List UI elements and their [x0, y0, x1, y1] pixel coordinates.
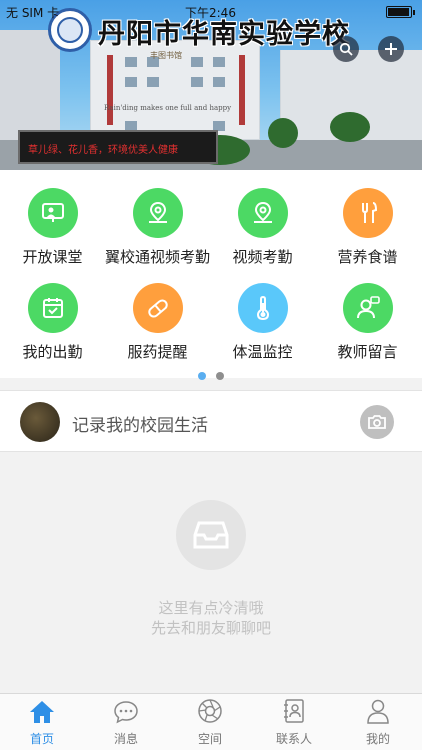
grid-item-label: 开放课堂 — [22, 248, 83, 266]
location-icon — [237, 188, 288, 238]
page-indicator[interactable] — [0, 365, 422, 384]
tab-label: 首页 — [29, 732, 54, 746]
utensils-icon — [342, 188, 393, 238]
tab-bar: 首页 消息 空间 联系人 我的 — [0, 693, 422, 750]
tab-label: 消息 — [113, 732, 138, 746]
slogan-board: 草儿绿、花儿香，环境优美人健康 — [18, 130, 218, 164]
avatar[interactable] — [20, 402, 60, 442]
plus-icon — [385, 43, 397, 55]
empty-state: 这里有点冷清哦 先去和朋友聊聊吧 — [0, 453, 422, 693]
function-grid: 开放课堂 翼校通视频考勤 视频考勤 营养食谱 我的出勤 服药提醒 体温监控 教师… — [0, 170, 422, 380]
add-button[interactable] — [378, 36, 404, 62]
camera-icon — [368, 415, 386, 429]
slogan-text: 草儿绿、花儿香，环境优美人健康 — [28, 145, 178, 156]
tab-label: 空间 — [197, 732, 222, 746]
post-composer[interactable]: 记录我的校园生活 — [0, 390, 422, 452]
banner-tree — [268, 118, 298, 148]
camera-button[interactable] — [360, 405, 394, 439]
grid-item-my-attendance[interactable]: 我的出勤 — [0, 283, 105, 362]
page-dot-active[interactable] — [198, 372, 206, 380]
classroom-icon — [27, 188, 78, 238]
battery-icon — [386, 6, 415, 18]
grid-item-open-classroom[interactable]: 开放课堂 — [0, 188, 105, 267]
contacts-book-icon — [252, 694, 336, 724]
aperture-icon — [168, 694, 252, 724]
grid-item-teacher-message[interactable]: 教师留言 — [315, 283, 420, 362]
inbox-icon — [176, 500, 246, 570]
tab-mine[interactable]: 我的 — [336, 694, 420, 750]
tab-space[interactable]: 空间 — [168, 694, 252, 750]
building-sign: Rain'ding makes one full and happy — [104, 104, 232, 112]
header-banner: 丰图书馆 Rain'ding makes one full and happy … — [0, 0, 422, 170]
tab-label: 我的 — [365, 732, 390, 746]
chat-bubble-icon — [84, 694, 168, 724]
grid-item-label: 视频考勤 — [232, 248, 293, 266]
grid-item-label: 教师留言 — [337, 343, 398, 361]
search-icon — [339, 42, 353, 56]
carrier-label: 无 SIM 卡 — [6, 6, 60, 20]
tab-label: 联系人 — [275, 732, 312, 746]
location-icon — [132, 188, 183, 238]
pill-icon — [132, 283, 183, 333]
empty-message-line2: 先去和朋友聊聊吧 — [150, 619, 271, 637]
thermometer-icon — [237, 283, 288, 333]
status-bar: 无 SIM 卡 下午2:46 — [0, 0, 422, 22]
building-name: 丰图书馆 — [150, 51, 182, 60]
grid-item-label: 服药提醒 — [127, 343, 188, 361]
person-icon — [336, 694, 420, 724]
tab-messages[interactable]: 消息 — [84, 694, 168, 750]
page-dot[interactable] — [216, 372, 224, 380]
tab-contacts[interactable]: 联系人 — [252, 694, 336, 750]
empty-message-line1: 这里有点冷清哦 — [158, 599, 264, 617]
tab-home[interactable]: 首页 — [0, 694, 84, 750]
grid-item-label: 翼校通视频考勤 — [105, 248, 211, 266]
grid-item-video-attendance-yixiaotong[interactable]: 翼校通视频考勤 — [105, 188, 210, 267]
teacher-message-icon — [342, 283, 393, 333]
grid-item-nutrition-menu[interactable]: 营养食谱 — [315, 188, 420, 267]
grid-item-temperature-monitor[interactable]: 体温监控 — [210, 283, 315, 362]
status-time: 下午2:46 — [185, 6, 236, 20]
home-icon — [0, 694, 84, 724]
grid-item-label: 营养食谱 — [337, 248, 398, 266]
grid-item-label: 体温监控 — [232, 343, 293, 361]
grid-item-medication-reminder[interactable]: 服药提醒 — [105, 283, 210, 362]
post-placeholder[interactable]: 记录我的校园生活 — [72, 411, 208, 436]
grid-item-video-attendance[interactable]: 视频考勤 — [210, 188, 315, 267]
grid-item-label: 我的出勤 — [22, 343, 83, 361]
banner-tree — [330, 112, 370, 142]
calendar-check-icon — [27, 283, 78, 333]
search-button[interactable] — [333, 36, 359, 62]
